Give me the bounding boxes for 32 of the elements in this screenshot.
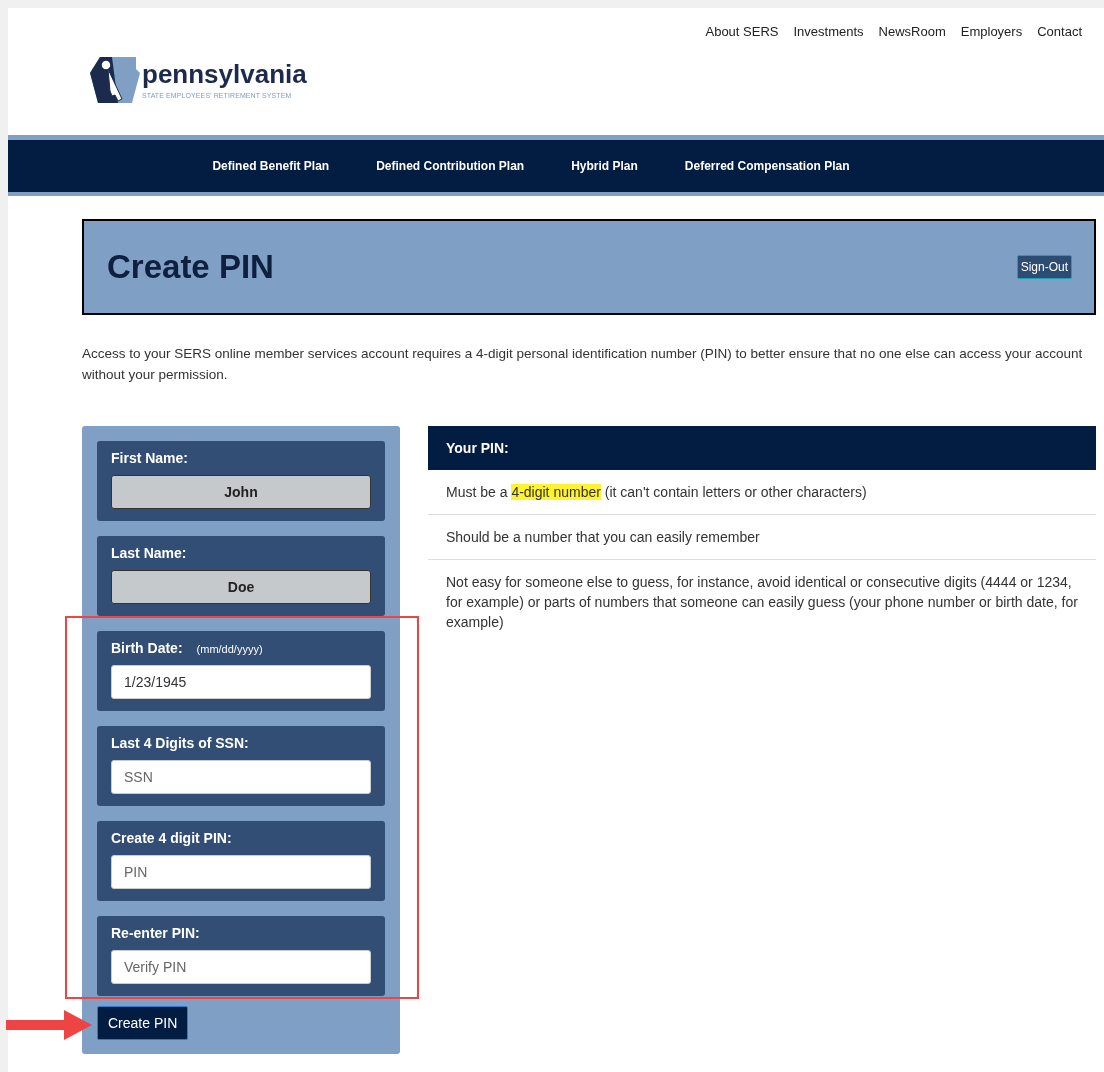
top-nav-link[interactable]: Employers: [960, 24, 1023, 40]
input-field[interactable]: 1/23/1945: [111, 665, 371, 699]
sign-out-button[interactable]: Sign-Out: [1016, 255, 1072, 279]
main-nav-link[interactable]: Defined Contribution Plan: [376, 159, 525, 173]
readonly-field: Doe: [111, 570, 371, 604]
create-pin-button[interactable]: Create PIN: [97, 1006, 189, 1040]
rule-text: Should be a number that you can easily remember: [428, 515, 1096, 560]
top-nav-link[interactable]: NewsRoom: [878, 24, 946, 40]
field-label: Re-enter PIN:: [111, 925, 200, 941]
field-label: Create 4 digit PIN:: [111, 830, 232, 846]
input-field[interactable]: Verify PIN: [111, 950, 371, 984]
intro-text: Access to your SERS online member services account requires a 4-digit personal identification number (PIN) to better ensure that no one else can access your account without your permission.: [82, 345, 1084, 384]
field-label: First Name:: [111, 450, 189, 466]
input-field[interactable]: SSN: [111, 760, 371, 794]
readonly-field: John: [111, 475, 371, 509]
main-nav-link[interactable]: Defined Benefit Plan: [212, 159, 330, 173]
keystone-key-logo-icon: [88, 55, 140, 105]
input-field[interactable]: PIN: [111, 855, 371, 889]
rule-text: Must be a 4-digit number (it can't contain letters or other characters): [428, 470, 1096, 515]
page-title: Create PIN: [107, 248, 274, 286]
field-label: Last Name:: [111, 545, 187, 561]
rule-text: Not easy for someone else to guess, for instance, avoid identical or consecutive digits (4444 or 1234, for example) or parts of numbers that someone can easily guess (your phone number or birth date, for example): [445, 573, 1079, 632]
field-label: Last 4 Digits of SSN:: [111, 735, 249, 751]
main-nav-link[interactable]: Hybrid Plan: [571, 159, 638, 173]
main-nav-link[interactable]: Deferred Compensation Plan: [684, 159, 850, 173]
top-nav-link[interactable]: About SERS: [705, 24, 779, 40]
top-nav-link[interactable]: Investments: [793, 24, 864, 40]
field-label: Birth Date:: [111, 640, 183, 656]
rules-header: Your PIN:: [428, 426, 1096, 470]
logo-wordmark: pennsylvania: [142, 59, 307, 89]
top-nav-link[interactable]: Contact: [1037, 24, 1082, 40]
field-hint: (mm/dd/yyyy): [196, 643, 263, 655]
